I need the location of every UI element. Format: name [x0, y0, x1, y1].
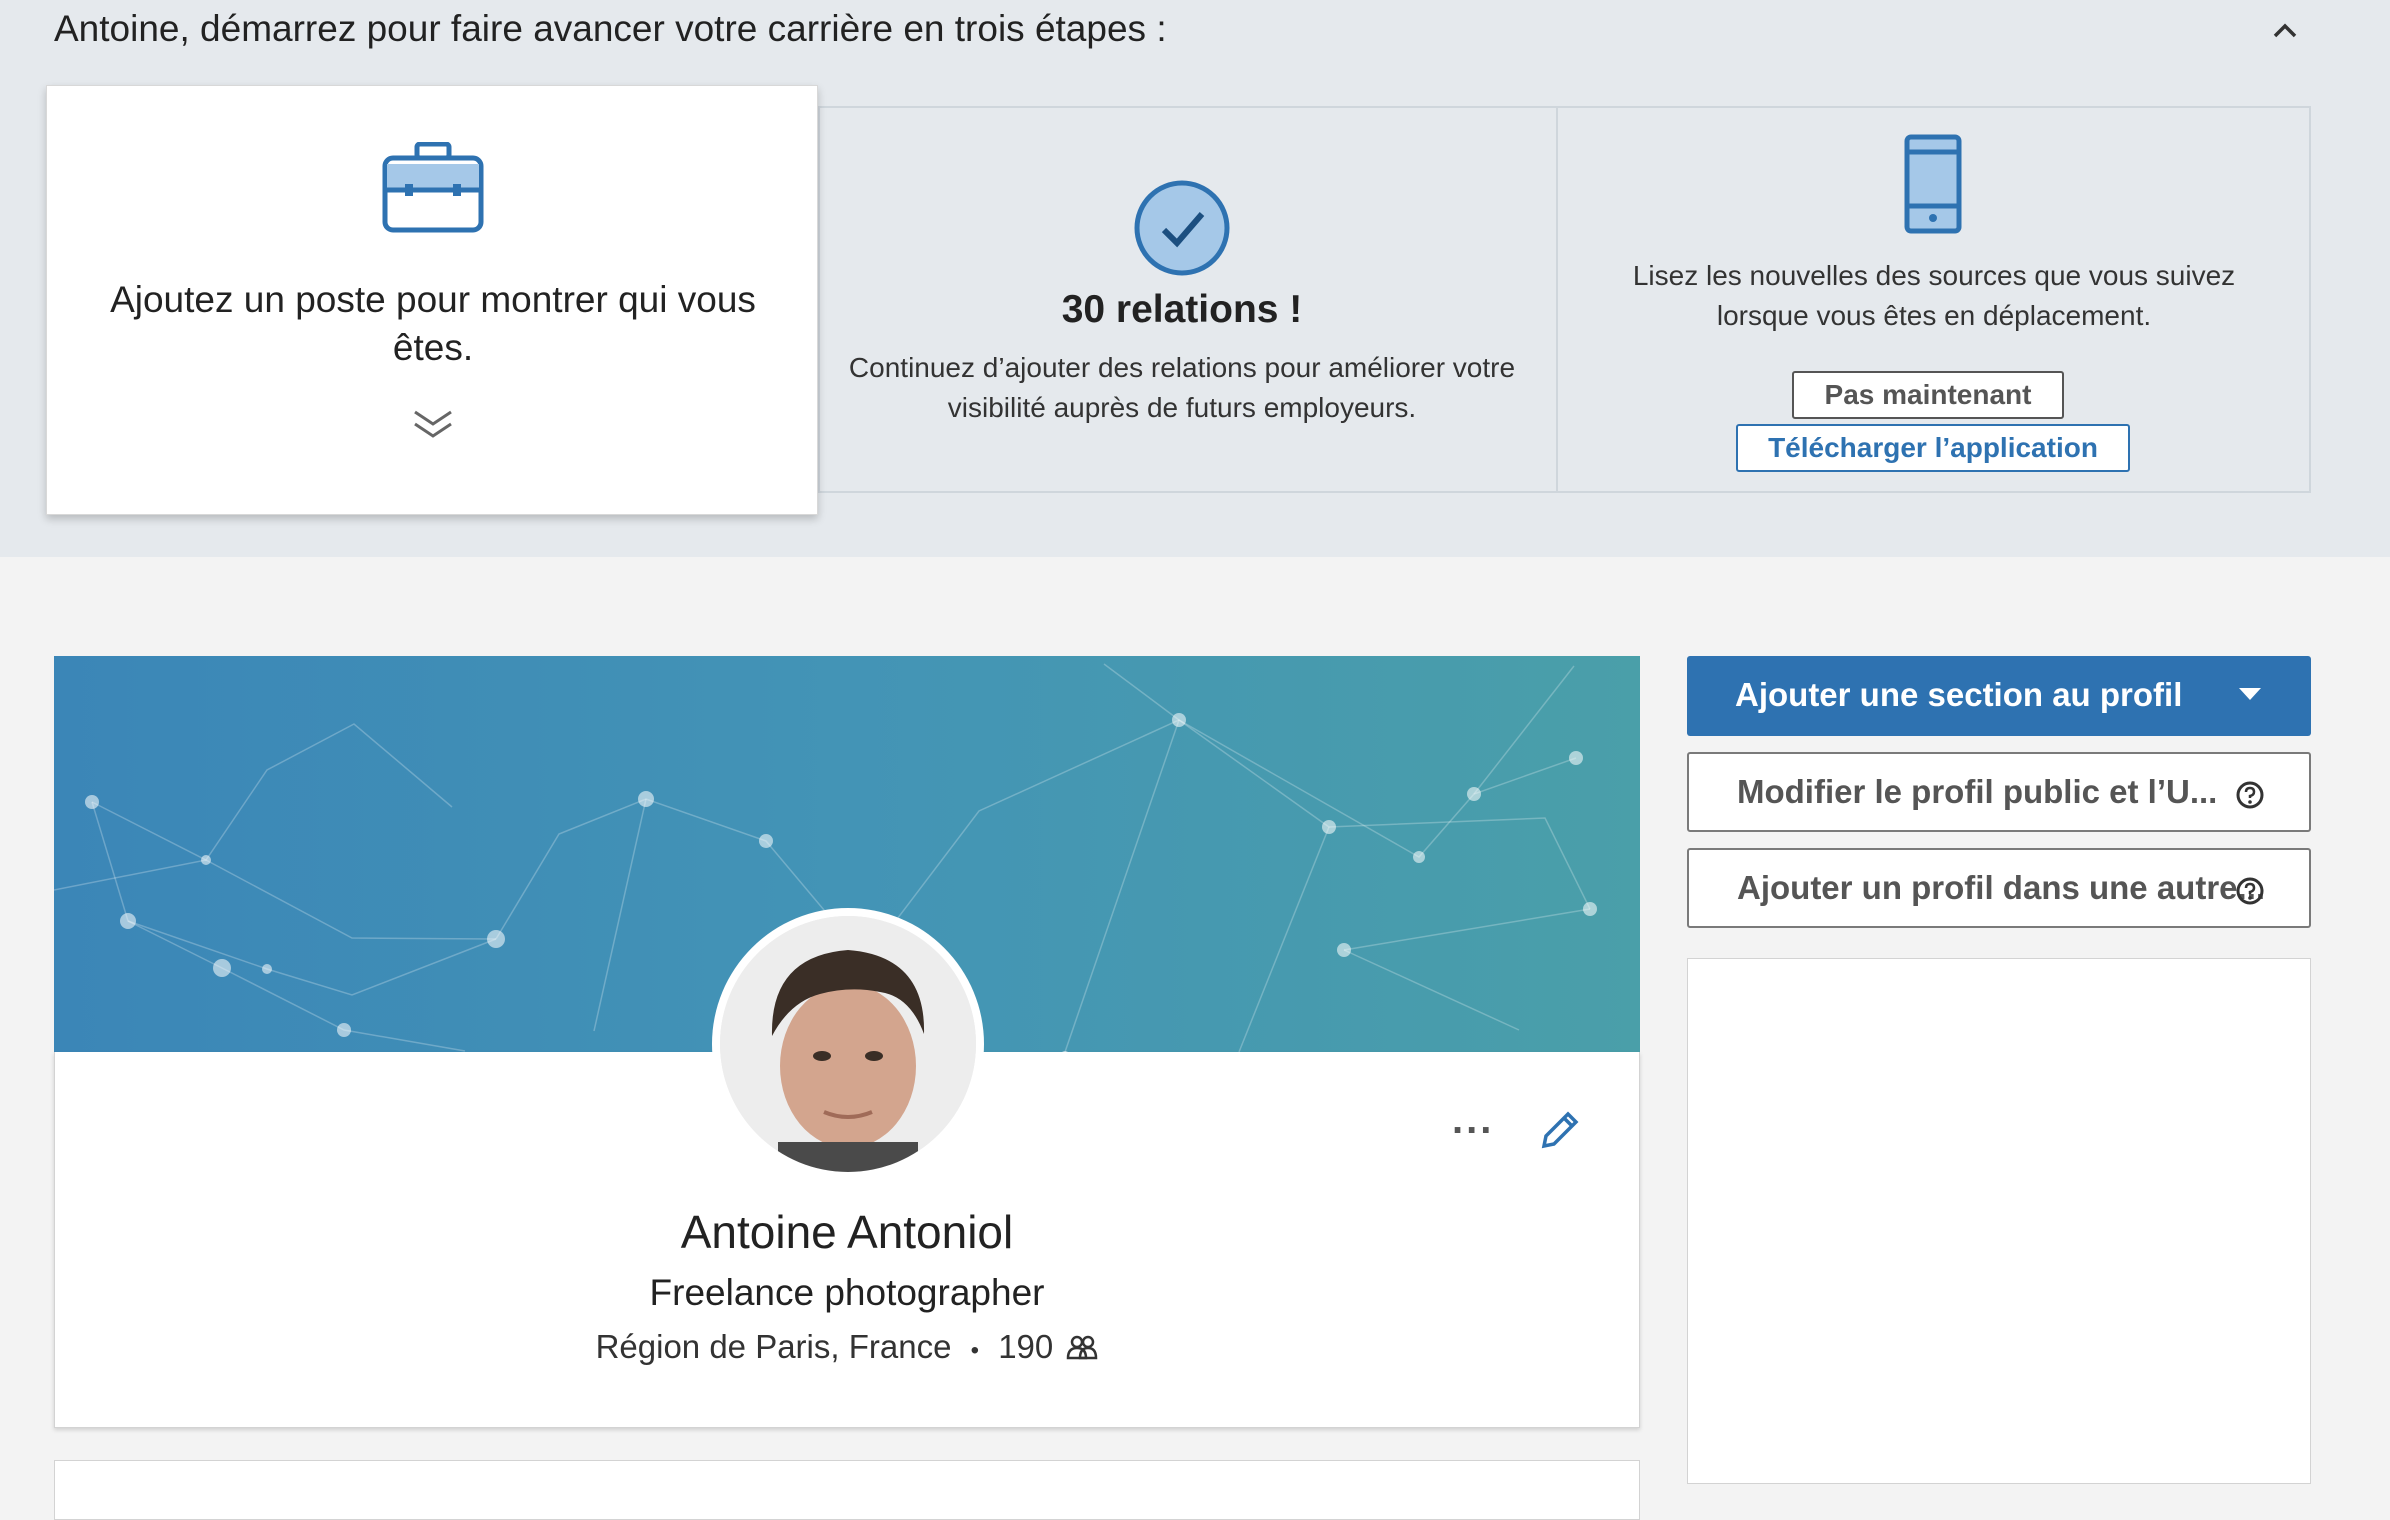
banner-title: Antoine, démarrez pour faire avancer vot… [54, 8, 1167, 49]
add-language-profile-button[interactable]: Ajouter un profil dans une autre... [1687, 848, 2311, 928]
check-circle-icon [1134, 180, 1230, 276]
expand-chevron-icon[interactable] [411, 406, 455, 442]
briefcase-icon [382, 142, 484, 233]
connections-icon [1067, 1335, 1098, 1360]
edit-pencil-icon[interactable] [1536, 1106, 1584, 1154]
collapse-icon[interactable] [2265, 10, 2305, 50]
profile-avatar[interactable] [712, 908, 984, 1180]
not-now-button[interactable]: Pas maintenant [1792, 371, 2064, 419]
onboarding-banner: Antoine, démarrez pour faire avancer vot… [0, 0, 2390, 557]
mobile-phone-icon [1904, 134, 1962, 234]
help-icon[interactable] [2235, 876, 2265, 906]
profile-name: Antoine Antoniol [680, 1206, 1014, 1258]
add-profile-section-label: Ajouter une section au profil [1735, 676, 2183, 713]
download-app-button[interactable]: Télécharger l’application [1736, 424, 2130, 472]
connections-count[interactable]: 190 [998, 1328, 1053, 1365]
meta-separator: • [970, 1337, 980, 1364]
profile-headline: Freelance photographer [649, 1272, 1045, 1313]
mobile-text: Lisez les nouvelles des sources que vous… [1632, 260, 2236, 331]
profile-location: Région de Paris, France [595, 1328, 952, 1365]
add-language-profile-label: Ajouter un profil dans une autre... [1737, 869, 2266, 906]
step-position-text: Ajoutez un poste pour montrer qui vous ê… [110, 279, 756, 368]
avatar-photo [720, 916, 976, 1172]
step-card-position[interactable]: Ajoutez un poste pour montrer qui vous ê… [46, 85, 818, 515]
relations-count: 30 relations ! [1061, 288, 1303, 331]
profile-meta: Région de Paris, France • 190 [54, 1328, 1640, 1366]
edit-public-profile-button[interactable]: Modifier le profil public et l’U... [1687, 752, 2311, 832]
dropdown-caret-icon [2239, 688, 2261, 700]
more-options-icon[interactable]: ... [1452, 1100, 1512, 1150]
sidebar-ad-panel [1687, 958, 2311, 1484]
edit-public-profile-label: Modifier le profil public et l’U... [1737, 773, 2218, 810]
relations-text: Continuez d’ajouter des relations pour a… [848, 352, 1516, 423]
add-profile-section-button[interactable]: Ajouter une section au profil [1687, 656, 2311, 736]
help-icon[interactable] [2235, 780, 2265, 810]
next-section-card [54, 1460, 1640, 1520]
